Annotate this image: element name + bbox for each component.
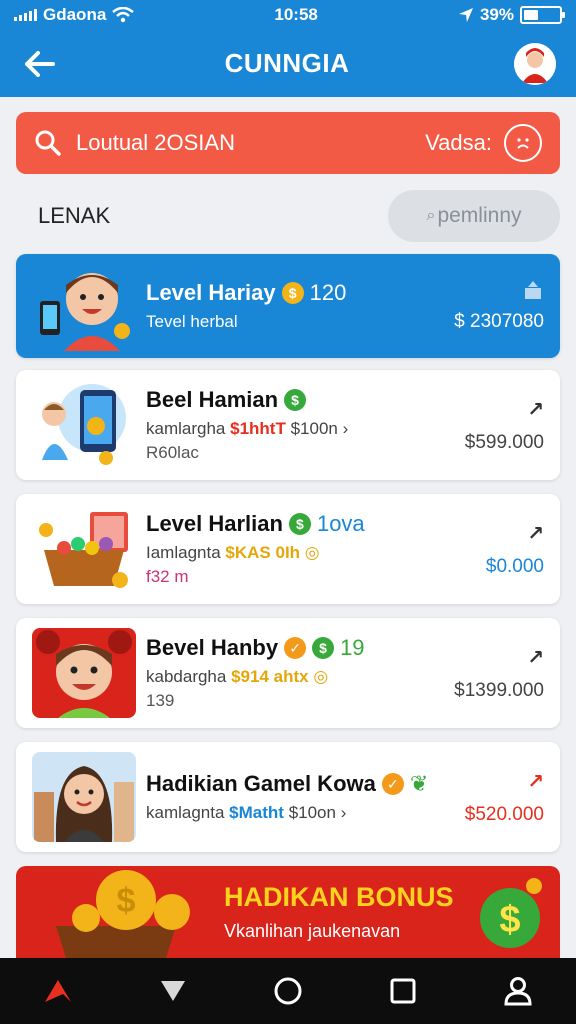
coin-value: 120 [309,280,347,305]
card-title: Hadikian Gamel Kowa [146,771,376,796]
signal-icon [14,9,37,21]
svg-text:$: $ [499,899,520,941]
list-item[interactable]: Beel Hamian $ kamlargha $1hhtT $100n › R… [16,370,560,480]
boy-avatar-image [32,628,136,718]
bag-icon [525,281,541,299]
nav-recents-button[interactable] [373,961,433,1021]
filter-pill[interactable]: ⌕ pemlinny [388,190,560,242]
user-icon [504,977,532,1006]
card-price: $0.000 [485,555,544,577]
card-title: Level Hariay [146,280,276,305]
location-icon [458,8,473,22]
square-icon [390,978,416,1004]
card-price: $520.000 [464,803,544,825]
user-avatar-icon [514,42,556,85]
nav-circle-button[interactable] [258,961,318,1021]
card-title-extra: 1ova [316,511,365,536]
card-meta: R60lac [146,443,199,462]
level-list: Level Hariay $ 120 Tevel herbal $ 230708… [16,254,560,866]
list-item[interactable]: Hadikian Gamel Kowa ✓ ❦ kamlagnta $Matht… [16,742,560,852]
search-icon [35,130,61,156]
card-price: $ 2307080 [454,311,544,332]
coin-icon: $ [288,513,311,535]
nav-home-button[interactable] [28,961,88,1021]
kid-phone-image [32,261,136,351]
bonus-banner[interactable]: $ HADIKAN BONUS Vkanlihan jaukenavan $ [16,866,560,958]
search-bar[interactable]: Loutual 2OSIAN Vadsa: [16,112,560,174]
card-price: $1399.000 [454,679,544,701]
featured-card[interactable]: Level Hariay $ 120 Tevel herbal $ 230708… [16,254,560,358]
section-title: LENAK [38,203,111,228]
candy-box-image [32,504,136,594]
face-icon[interactable] [504,124,542,162]
arrow-left-icon [25,50,55,77]
page-title: CUNNGIA [224,48,350,78]
search-filter-label: Vadsa: [425,130,492,155]
nav-back-button[interactable] [143,961,203,1021]
card-subtitle: Iamlagnta $KAS 0Ih ◎ [146,543,320,562]
nav-profile-button[interactable] [488,961,548,1021]
status-bar: Gdaona 10:58 39% [0,0,576,30]
battery-percent: 39% [479,5,514,24]
clock: 10:58 [274,5,318,24]
card-subtitle: kamlargha $1hhtT $100n › [146,419,349,438]
coin-icon: $ [281,282,304,304]
card-title: Bevel Hanby [146,635,279,660]
circle-icon [274,977,302,1005]
search-input[interactable]: Loutual 2OSIAN [76,130,425,156]
card-subtitle: kabdargha $914 ahtx ◎ [146,667,329,686]
coin-icon: $ [284,389,307,411]
list-item[interactable]: Level Harlian $ 1ova Iamlagnta $KAS 0Ih … [16,494,560,604]
card-meta: f32 m [146,567,189,586]
brand-arrow-icon [44,980,71,1002]
woman-avatar-image [32,752,136,842]
card-title: Level Harlian [146,511,283,536]
trend-icon: ↗ [527,646,544,669]
trend-icon: ↗ [527,398,544,421]
dollar-coin-icon: $ [480,878,542,948]
trend-icon: ↗ [527,522,544,545]
kid-tablet-image [32,380,136,470]
back-button[interactable] [20,44,60,84]
coin-icon: ✓ [284,637,307,659]
system-nav-bar [0,958,576,1024]
search-icon: ⌕ [426,207,436,224]
coin-icon: $ [312,637,335,659]
card-price: $599.000 [464,431,544,453]
app-header: Gdaona 10:58 39% CUNNGIA [0,0,576,97]
bonus-subtitle: Vkanlihan jaukenavan [224,921,401,941]
list-item[interactable]: Bevel Hanby ✓ $ 19 kabdargha $914 ahtx ◎… [16,618,560,728]
section-header: LENAK ⌕ pemlinny [16,190,560,242]
card-title: Beel Hamian [146,387,279,412]
card-subtitle: Tevel herbal [146,312,238,331]
trend-icon: ↗ [527,770,544,793]
wifi-icon [112,7,135,23]
bonus-title: HADIKAN BONUS [224,882,454,912]
avatar[interactable] [514,42,556,85]
card-subtitle: kamlagnta $Matht $10on › [146,803,347,822]
card-title-extra: 19 [340,635,365,660]
battery-icon [520,6,565,24]
svg-text:$: $ [117,882,136,920]
leaf-icon: ❦ [409,771,429,796]
coin-icon: ✓ [381,773,404,795]
filter-label: pemlinny [437,204,522,227]
carrier-name: Gdaona [43,5,107,24]
coin-chest-icon: $ [56,870,190,958]
triangle-down-icon [160,981,185,1001]
card-meta: 139 [146,691,175,710]
